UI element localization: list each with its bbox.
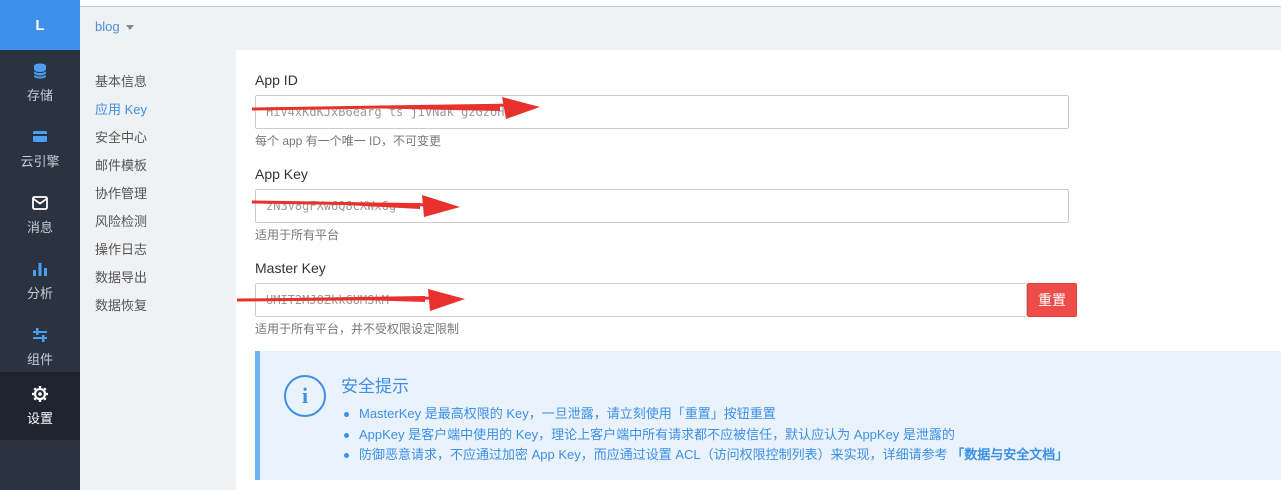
app-selector[interactable]: blog	[95, 19, 134, 34]
app-id-help: 每个 app 有一个唯一 ID，不可变更	[255, 134, 442, 148]
database-icon	[33, 63, 47, 79]
rail-item-messages[interactable]: 消息	[0, 182, 80, 248]
annotation-arrow-icon	[251, 97, 540, 119]
card-icon	[33, 131, 47, 142]
security-docs-link[interactable]: 「数据与安全文档」	[951, 447, 1068, 462]
tip-line: MasterKey 是最高权限的 Key，一旦泄露，请立刻使用「重置」按钮重置	[344, 403, 776, 422]
bullet-icon	[344, 412, 349, 418]
top-divider	[80, 6, 1281, 7]
chevron-down-icon	[125, 24, 134, 30]
submenu-item-risk-detection[interactable]: 风险检测	[95, 211, 147, 230]
submenu-item-data-export[interactable]: 数据导出	[95, 267, 147, 286]
rail-item-cloud-engine[interactable]: 云引擎	[0, 116, 80, 182]
main-nav-rail: L 存储 云引擎 消息 分析 组件 设置	[0, 0, 80, 490]
master-key-help: 适用于所有平台，并不受权限设定限制	[255, 322, 460, 336]
app-logo[interactable]: L	[0, 0, 80, 50]
mail-icon	[32, 196, 48, 210]
bullet-icon	[344, 453, 349, 459]
app-key-label: App Key	[255, 166, 308, 182]
app-key-help: 适用于所有平台	[255, 228, 340, 242]
rail-item-label: 云引擎	[20, 154, 60, 169]
sliders-icon	[33, 328, 47, 342]
annotation-arrow-icon	[251, 195, 460, 217]
tip-line-text: 防御恶意请求，不应通过加密 App Key，而应通过设置 ACL（访问权限控制列…	[359, 447, 948, 462]
rail-item-storage[interactable]: 存储	[0, 50, 80, 116]
tip-line-text: AppKey 是客户端中使用的 Key，理论上客户端中所有请求都不应被信任，默认…	[359, 427, 955, 442]
submenu-item-security-center[interactable]: 安全中心	[95, 127, 147, 146]
bullet-icon	[344, 433, 349, 439]
submenu-item-app-key[interactable]: 应用 Key	[95, 99, 147, 118]
top-bar	[80, 0, 1281, 50]
tip-line: AppKey 是客户端中使用的 Key，理论上客户端中所有请求都不应被信任，默认…	[344, 424, 955, 443]
annotation-arrow-icon	[236, 289, 465, 311]
submenu-item-operation-log[interactable]: 操作日志	[95, 239, 147, 258]
app-id-label: App ID	[255, 72, 298, 88]
submenu-item-data-restore[interactable]: 数据恢复	[95, 295, 147, 314]
rail-item-label: 分析	[26, 286, 53, 301]
app-selector-label: blog	[95, 19, 120, 34]
tip-line-text: MasterKey 是最高权限的 Key，一旦泄露，请立刻使用「重置」按钮重置	[359, 406, 776, 421]
rail-item-settings[interactable]: 设置	[0, 372, 80, 440]
gear-icon	[32, 386, 48, 402]
submenu-item-email-templates[interactable]: 邮件模板	[95, 155, 147, 174]
info-icon: i	[284, 375, 326, 417]
rail-item-label: 存储	[26, 88, 53, 103]
rail-item-components[interactable]: 组件	[0, 314, 80, 380]
rail-item-label: 设置	[26, 411, 53, 426]
rail-item-label: 组件	[26, 352, 53, 367]
submenu-item-basic-info[interactable]: 基本信息	[95, 71, 147, 90]
master-key-label: Master Key	[255, 260, 326, 276]
rail-item-analytics[interactable]: 分析	[0, 248, 80, 314]
rail-item-label: 消息	[26, 220, 53, 235]
reset-master-key-button[interactable]: 重置	[1027, 283, 1077, 317]
security-tip-title: 安全提示	[341, 377, 409, 396]
bar-chart-icon	[33, 263, 47, 276]
submenu-item-collaboration[interactable]: 协作管理	[95, 183, 147, 202]
tip-line: 防御恶意请求，不应通过加密 App Key，而应通过设置 ACL（访问权限控制列…	[344, 444, 1068, 463]
